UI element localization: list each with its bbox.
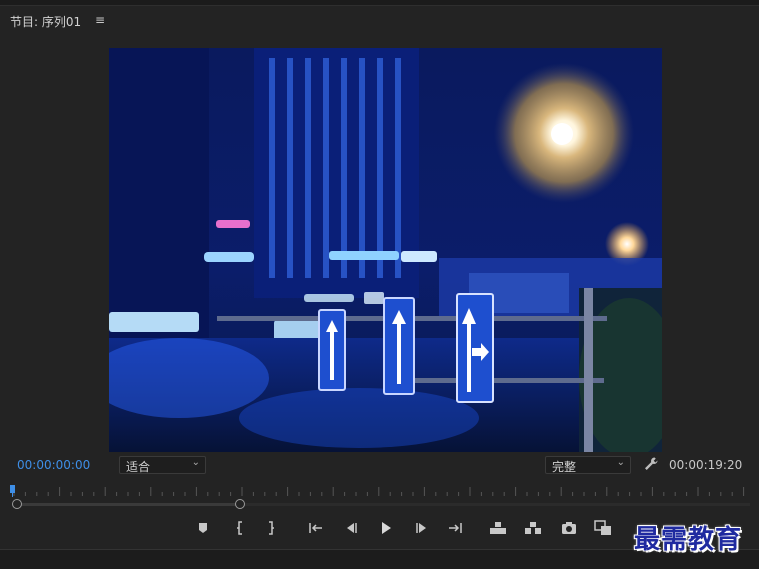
fit-zoom-select[interactable]: 适合 ⌄ <box>119 456 206 474</box>
comparison-view-button[interactable] <box>593 517 613 539</box>
play-button[interactable] <box>376 517 396 539</box>
marker-icon <box>199 523 207 533</box>
comparison-view-icon <box>594 520 611 535</box>
step-forward-button[interactable] <box>412 517 432 539</box>
lift-icon <box>490 522 506 534</box>
go-to-out-button[interactable] <box>445 517 465 539</box>
lift-button[interactable] <box>488 517 508 539</box>
export-frame-button[interactable] <box>559 517 579 539</box>
playback-resolution-select[interactable]: 完整 ⌄ <box>545 456 631 474</box>
zoom-scroll-handle-left[interactable] <box>12 499 22 509</box>
extract-icon <box>525 522 541 534</box>
playback-resolution-value: 完整 <box>552 460 577 474</box>
step-forward-icon <box>416 523 426 533</box>
playhead-marker[interactable] <box>10 485 16 497</box>
play-icon <box>382 522 391 534</box>
mark-out-button[interactable] <box>261 517 281 539</box>
chevron-down-icon: ⌄ <box>616 457 625 468</box>
program-monitor-video[interactable] <box>109 48 662 452</box>
go-to-out-icon <box>449 523 462 533</box>
fit-zoom-value: 适合 <box>126 460 151 474</box>
mark-in-icon <box>237 521 242 535</box>
go-to-in-button[interactable] <box>306 517 326 539</box>
zoom-scroll-track-rest[interactable] <box>241 503 750 506</box>
panel-title[interactable]: 节目: 序列01 <box>10 13 81 30</box>
camera-icon <box>562 522 576 534</box>
duration-timecode: 00:00:19:20 <box>669 458 743 472</box>
panel-menu-icon[interactable]: ≡ <box>95 13 105 27</box>
time-ruler[interactable] <box>10 484 750 498</box>
chevron-down-icon: ⌄ <box>191 457 200 468</box>
panel-header: 节目: 序列01 ≡ <box>0 6 759 34</box>
wrench-settings-icon[interactable] <box>642 455 660 473</box>
go-to-in-icon <box>309 523 322 533</box>
mark-in-button[interactable] <box>230 517 250 539</box>
watermark-logo: 最需教育 <box>634 525 743 555</box>
zoom-scroll-track[interactable] <box>17 503 241 506</box>
extract-button[interactable] <box>523 517 543 539</box>
add-marker-button[interactable] <box>193 517 213 539</box>
current-timecode[interactable]: 00:00:00:00 <box>17 458 90 472</box>
night-city-frame <box>109 48 662 452</box>
zoom-scroll-handle-right[interactable] <box>235 499 245 509</box>
step-back-button[interactable] <box>341 517 361 539</box>
mark-out-icon <box>269 521 274 535</box>
step-back-icon <box>347 523 357 533</box>
